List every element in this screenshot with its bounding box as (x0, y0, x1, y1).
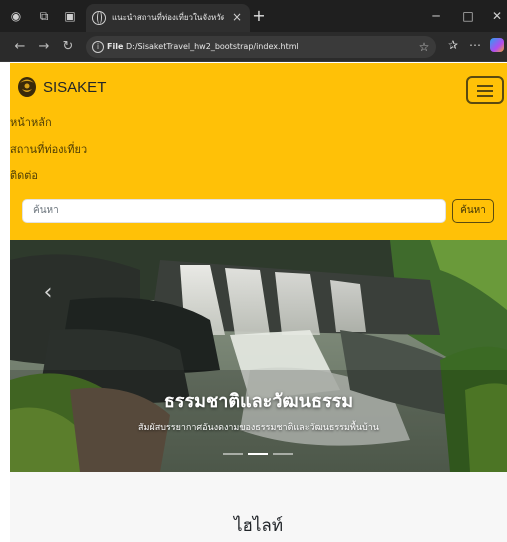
waterfall-image (10, 240, 507, 472)
back-icon[interactable]: ← (12, 39, 28, 55)
tab-title: แนะนำสถานที่ท่องเที่ยวในจังหวัดศรีสะเกษ (112, 13, 224, 22)
address-bar[interactable]: i File D:/SisaketTravel_hw2_bootstrap/in… (86, 36, 436, 58)
new-tab-button[interactable]: + (250, 6, 268, 26)
info-icon[interactable]: i (92, 41, 104, 53)
url-text[interactable]: D:/SisaketTravel_hw2_bootstrap/index.htm… (126, 40, 386, 54)
minimize-button[interactable]: ─ (428, 8, 444, 24)
profile-icon[interactable]: ◉ (8, 8, 24, 24)
tab-actions-icon[interactable]: ▣ (62, 8, 78, 24)
nav-link-attractions[interactable]: สถานที่ท่องเที่ยว (10, 142, 87, 158)
forward-icon[interactable]: → (36, 39, 52, 55)
browser-window: ◉ ⧉ ▣ แนะนำสถานที่ท่องเที่ยวในจังหวัดศรี… (0, 0, 507, 542)
maximize-button[interactable]: □ (460, 8, 476, 24)
copilot-icon[interactable] (490, 38, 504, 52)
logo-icon (18, 77, 36, 97)
section-title: ไฮไลท์ (233, 516, 284, 535)
refresh-icon[interactable]: ↻ (60, 39, 76, 55)
tab-close-icon[interactable]: × (230, 10, 244, 24)
file-label: File (107, 42, 124, 51)
nav-link-home[interactable]: หน้าหลัก (10, 115, 52, 131)
tab-strip: ◉ ⧉ ▣ แนะนำสถานที่ท่องเที่ยวในจังหวัดศรี… (0, 0, 507, 32)
globe-icon (92, 11, 106, 25)
favorite-star-icon[interactable]: ☆ (416, 39, 432, 55)
favorites-icon[interactable]: ✰ (446, 37, 460, 53)
carousel-indicator-3[interactable] (273, 453, 293, 455)
search-button[interactable]: ค้นหา (452, 199, 494, 223)
carousel-indicator-2[interactable] (248, 453, 268, 455)
close-window-button[interactable]: ✕ (489, 8, 505, 24)
carousel-caption-text: สัมผัสบรรยากาศอันงดงามของธรรมชาติและวัฒน… (138, 422, 379, 432)
more-icon[interactable]: ⋯ (468, 37, 482, 53)
carousel-indicator-1[interactable] (223, 453, 243, 455)
web-page: SISAKET หน้าหลัก สถานที่ท่องเที่ยว ติดต่… (10, 63, 507, 542)
workspaces-icon[interactable]: ⧉ (36, 8, 52, 24)
carousel-prev-icon[interactable]: ‹ (38, 280, 58, 306)
brand-name[interactable]: SISAKET (43, 78, 106, 98)
navbar-toggler-button[interactable] (466, 76, 504, 104)
browser-tab[interactable]: แนะนำสถานที่ท่องเที่ยวในจังหวัดศรีสะเกษ … (86, 4, 250, 32)
nav-link-contact[interactable]: ติดต่อ (10, 168, 38, 184)
browser-toolbar: ← → ↻ i File D:/SisaketTravel_hw2_bootst… (0, 32, 507, 62)
carousel-caption-title: ธรรมชาติและวัฒนธรรม (163, 391, 354, 411)
highlight-section: ไฮไลท์ (10, 472, 507, 542)
hero-carousel[interactable]: ‹ ธรรมชาติและวัฒนธรรม สัมผัสบรรยากาศอันง… (10, 240, 507, 472)
site-navbar: SISAKET หน้าหลัก สถานที่ท่องเที่ยว ติดต่… (10, 63, 507, 240)
search-input[interactable]: ค้นหา (22, 199, 446, 223)
